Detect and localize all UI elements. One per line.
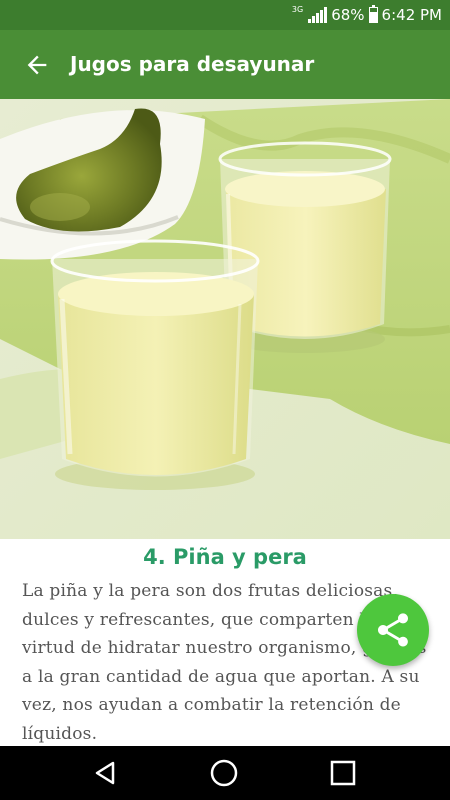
signal-icon (308, 7, 328, 23)
article-body: La piña y la pera son dos frutas delicio… (22, 581, 427, 744)
share-icon (378, 613, 408, 647)
arrow-left-icon (27, 55, 47, 75)
app-bar: Jugos para desayunar (0, 30, 450, 99)
hero-image (0, 99, 450, 539)
nav-back-button[interactable] (88, 756, 122, 790)
page-title: Jugos para desayunar (70, 52, 315, 76)
status-indicators: 3G 68% 6:42 PM (292, 0, 442, 30)
back-triangle-icon (95, 761, 115, 785)
nav-recents-button[interactable] (326, 756, 360, 790)
nav-home-button[interactable] (207, 756, 241, 790)
status-bar: 3G 68% 6:42 PM (0, 0, 450, 30)
battery-icon (368, 5, 378, 23)
network-type: 3G (291, 4, 304, 14)
back-button[interactable] (20, 48, 54, 82)
home-circle-icon (210, 759, 238, 787)
clock: 6:42 PM (381, 6, 442, 24)
battery-percent: 68% (331, 6, 365, 24)
share-button[interactable] (357, 594, 429, 666)
article-title: 4. Piña y pera (143, 545, 307, 569)
navigation-bar (0, 746, 450, 800)
recents-square-icon (330, 760, 356, 786)
